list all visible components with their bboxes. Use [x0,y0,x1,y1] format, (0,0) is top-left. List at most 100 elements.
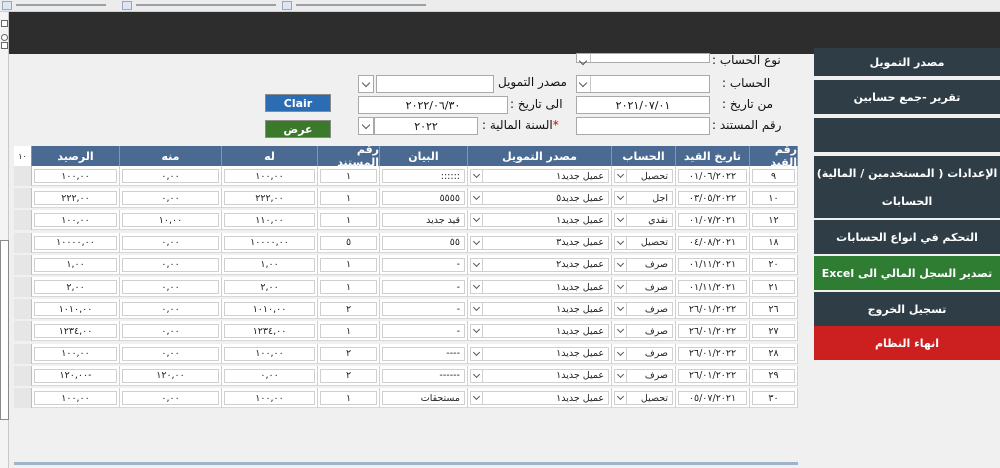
toolbar-icon[interactable] [282,1,292,10]
cell-description[interactable]: - [380,254,468,275]
doc-number-input[interactable] [576,117,710,135]
cell-entry-date[interactable]: ٠١/٠٦/٢٠٢٢ [676,166,750,186]
table-row[interactable]: ١٠٠,٠٠ ١٠,٠٠ ١١٠,٠٠ ١ قيد جديد عميل جديد١ نقدي… [14,210,798,231]
table-row[interactable]: ٢٢٢,٠٠ ٠,٠٠ ٢٢٢,٠٠ ١ ٥٥٥٥ عميل جديد٥ اجل ٠٣/٠٥/… [14,188,798,209]
chevron-down-icon[interactable] [577,54,591,62]
cell-description[interactable]: - [380,299,468,320]
col-header-balance[interactable]: الرصيد [32,146,120,166]
fiscal-year-dropdown-icon[interactable] [358,117,374,135]
row-selector[interactable] [14,299,32,320]
cell-description[interactable]: - [380,277,468,297]
cell-balance[interactable]: ٢٢٢,٠٠ [32,188,120,209]
table-row[interactable]: ١٠٠,٠٠ ٠,٠٠ ١٠٠,٠٠ ١ مستحقات عميل جديد١ تحصيل ٠… [14,388,798,408]
cell-credit[interactable]: ١٠٠,٠٠ [222,343,318,364]
cell-doc-number[interactable]: ١ [318,188,380,209]
cell-doc-number[interactable]: ٢ [318,299,380,320]
cell-description[interactable]: ------ [380,365,468,386]
cell-credit[interactable]: ١,٠٠ [222,254,318,275]
left-scroll-up-icon[interactable] [1,42,8,49]
cell-funding-source[interactable]: عميل جديد١ [468,343,612,364]
cell-description[interactable]: مستحقات [380,388,468,408]
sidebar-item-funding-source[interactable]: مصدر التمويل [814,48,1000,76]
table-row[interactable]: ١٢٣٤,٠٠ ٠,٠٠ ١٢٣٤,٠٠ ١ - عميل جديد١ صرف ٢٦/٠١/٢… [14,321,798,342]
sidebar-item-blank[interactable] [814,118,1000,152]
to-date-input[interactable]: ٢٠٢٢/٠٦/٣٠ [358,96,508,114]
chevron-down-icon[interactable] [615,214,627,227]
table-row[interactable]: -١٢٠,٠٠ ١٢٠,٠٠ ٠,٠٠ ٢ ------ عميل جديد١ صرف ٢٦/… [14,365,798,386]
cell-entry-number[interactable]: ٢٦ [750,299,798,320]
row-selector[interactable] [14,365,32,386]
col-header-funding-source[interactable]: مصدر التمويل [468,146,612,166]
cell-credit[interactable]: ١٠٠٠٠,٠٠ [222,232,318,253]
row-selector[interactable] [14,388,32,408]
clear-button[interactable]: Clair [265,94,331,112]
col-header-description[interactable]: البيان [380,146,468,166]
table-row[interactable]: ١٠٠٠٠,٠٠ ٠,٠٠ ١٠٠٠٠,٠٠ ٥ ٥٥ عميل جديد٣ تحصيل ٠٤… [14,232,798,253]
sidebar-item-account-types[interactable]: التحكم في انواع الحسابات [814,220,1000,254]
cell-entry-number[interactable]: ١٢ [750,210,798,231]
cell-doc-number[interactable]: ١ [318,321,380,342]
cell-account[interactable]: صرف [612,299,676,320]
cell-entry-date[interactable]: ٠٥/٠٧/٢٠٢١ [676,388,750,408]
cell-credit[interactable]: ١٠٠,٠٠ [222,388,318,408]
account-combo[interactable] [576,75,710,93]
show-button[interactable]: عرض [265,120,331,138]
row-selector[interactable] [14,232,32,253]
chevron-down-icon[interactable] [615,258,627,271]
cell-account[interactable]: نقدي [612,210,676,231]
cell-credit[interactable]: ٢,٠٠ [222,277,318,297]
cell-funding-source[interactable]: عميل جديد٥ [468,188,612,209]
chevron-down-icon[interactable] [615,347,627,360]
cell-doc-number[interactable]: ١ [318,210,380,231]
cell-funding-source[interactable]: عميل جديد١ [468,321,612,342]
chevron-down-icon[interactable] [615,303,627,316]
cell-account[interactable]: تحصيل [612,388,676,408]
left-checkbox[interactable] [1,20,8,27]
from-date-input[interactable]: ٢٠٢١/٠٧/٠١ [576,96,710,114]
cell-entry-number[interactable]: ٢١ [750,277,798,297]
sidebar-item-two-accounts-report[interactable]: تقرير -جمع حسابين [814,80,1000,114]
cell-account[interactable]: صرف [612,254,676,275]
cell-debit[interactable]: ٠,٠٠ [120,232,222,253]
sidebar-item-export-excel[interactable]: تصدير السجل المالي الى Excel [814,256,1000,290]
cell-balance[interactable]: ١٠٠,٠٠ [32,388,120,408]
row-selector[interactable] [14,166,32,186]
chevron-down-icon[interactable] [615,392,627,404]
table-row[interactable]: ١٠٠,٠٠ ٠,٠٠ ١٠٠,٠٠ ١:::::: عميل جديد١ تحصيل ٠١… [14,166,798,186]
cell-debit[interactable]: ٠,٠٠ [120,343,222,364]
cell-funding-source[interactable]: عميل جديد١ [468,365,612,386]
cell-entry-date[interactable]: ٠٣/٠٥/٢٠٢٢ [676,188,750,209]
cell-account[interactable]: صرف [612,365,676,386]
cell-doc-number[interactable]: ١ [318,277,380,297]
table-row[interactable]: ١,٠٠ ٠,٠٠ ١,٠٠ ١ - عميل جديد٢ صرف ٠١/١١/٢٠٢١ ٢٠ [14,254,798,275]
chevron-down-icon[interactable] [615,281,627,293]
col-header-debit[interactable]: منه [120,146,222,166]
cell-balance[interactable]: ٢,٠٠ [32,277,120,297]
table-row[interactable]: ٢,٠٠ ٠,٠٠ ٢,٠٠ ١ - عميل جديد١ صرف ٠١/١١/٢٠٢١ ٢١ [14,277,798,297]
cell-debit[interactable]: ٠,٠٠ [120,254,222,275]
chevron-down-icon[interactable] [471,214,483,227]
cell-entry-date[interactable]: ٢٦/٠١/٢٠٢٢ [676,299,750,320]
cell-entry-date[interactable]: ٠١/٠٧/٢٠٢١ [676,210,750,231]
cell-credit[interactable]: ١٢٣٤,٠٠ [222,321,318,342]
cell-entry-date[interactable]: ٠١/١١/٢٠٢١ [676,277,750,297]
col-header-doc-number[interactable]: رقم المستند [318,143,380,169]
cell-doc-number[interactable]: ٢ [318,343,380,364]
cell-description[interactable]: ---- [380,343,468,364]
col-header-entry-number[interactable]: رقم القيد [750,143,798,169]
row-selector[interactable] [14,188,32,209]
chevron-down-icon[interactable] [471,236,483,249]
cell-funding-source[interactable]: عميل جديد٢ [468,254,612,275]
cell-entry-number[interactable]: ٣٠ [750,388,798,408]
cell-balance[interactable]: ١,٠٠ [32,254,120,275]
cell-description[interactable]: ٥٥٥٥ [380,188,468,209]
chevron-down-icon[interactable] [615,236,627,249]
table-row[interactable]: ١٠١٠,٠٠ ٠,٠٠ ١٠١٠,٠٠ ٢ - عميل جديد١ صرف ٢٦/٠١/٢… [14,299,798,320]
row-selector[interactable] [14,277,32,297]
chevron-down-icon[interactable] [577,76,591,92]
row-selector[interactable] [14,210,32,231]
sidebar-item-exit-system[interactable]: انهاء النظام [814,326,1000,360]
cell-entry-date[interactable]: ٢٦/٠١/٢٠٢٢ [676,365,750,386]
cell-debit[interactable]: ١٢٠,٠٠ [120,365,222,386]
sidebar-item-accounts[interactable]: الحسابات [814,184,1000,218]
